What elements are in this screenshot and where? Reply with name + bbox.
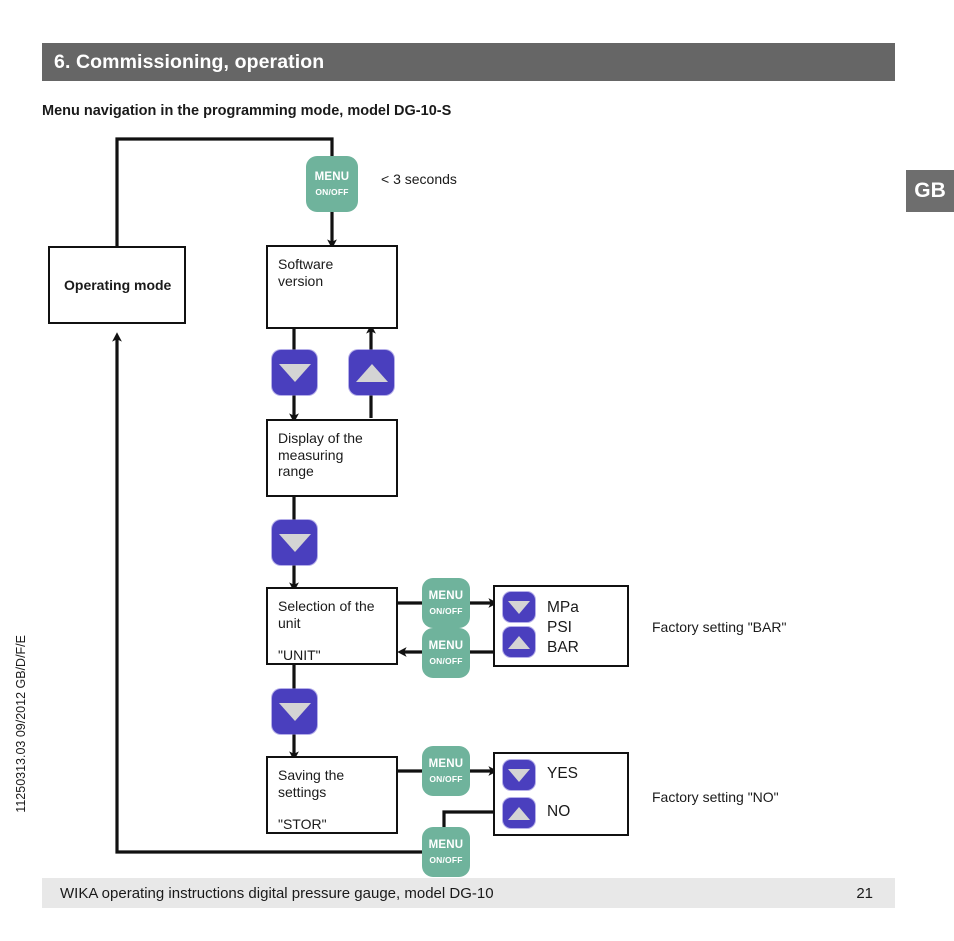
option-list-unit: MPa PSI BAR: [547, 598, 579, 657]
triangle-down-glyph: [508, 768, 530, 782]
menu-key-store-exit[interactable]: MENU ON/OFF: [422, 827, 470, 877]
arrow-down-icon-unit[interactable]: [503, 592, 535, 622]
triangle-up-glyph: [508, 635, 530, 649]
menu-key-label-bottom: ON/OFF: [429, 605, 463, 616]
option-store-yes[interactable]: YES: [547, 765, 578, 783]
menu-key-unit-enter[interactable]: MENU ON/OFF: [422, 578, 470, 628]
menu-key-label-top: MENU: [428, 640, 464, 652]
operating-mode-label: Operating mode: [64, 276, 172, 293]
option-unit-psi[interactable]: PSI: [547, 618, 579, 638]
arrow-up-icon-store[interactable]: [503, 798, 535, 828]
arrow-up-icon-unit[interactable]: [503, 627, 535, 657]
menu-key-label-bottom: ON/OFF: [429, 655, 463, 666]
menu-key-label-top: MENU: [428, 839, 464, 851]
footer-document-title: WIKA operating instructions digital pres…: [60, 884, 494, 902]
saving-settings-line2: settings: [278, 783, 327, 800]
page-footer: WIKA operating instructions digital pres…: [42, 878, 895, 908]
menu-navigation-flowchart: Operating mode Software version Display …: [0, 0, 954, 941]
flow-box-unit-selection[interactable]: Selection of the unit "UNIT": [266, 587, 398, 665]
option-unit-bar[interactable]: BAR: [547, 638, 579, 658]
software-version-line1: Software: [278, 256, 334, 272]
arrow-up-icon-to-software-version[interactable]: [349, 350, 394, 395]
footer-page-number: 21: [856, 884, 873, 902]
menu-key-label-bottom: ON/OFF: [429, 854, 463, 865]
triangle-down-glyph: [278, 533, 311, 552]
triangle-down-glyph: [278, 702, 311, 721]
software-version-line2: version: [278, 272, 324, 289]
flow-box-software-version[interactable]: Software version: [266, 245, 398, 329]
menu-key-store-enter[interactable]: MENU ON/OFF: [422, 746, 470, 796]
triangle-up-glyph: [355, 363, 388, 382]
arrow-down-icon-store[interactable]: [503, 760, 535, 790]
triangle-down-glyph: [278, 363, 311, 382]
arrow-down-icon-to-unit-selection[interactable]: [272, 520, 317, 565]
annotation-factory-unit: Factory setting "BAR": [652, 619, 787, 635]
flowchart-connectors: [112, 137, 498, 854]
measuring-range-line2: measuring: [278, 446, 344, 463]
annotation-factory-store: Factory setting "NO": [652, 789, 779, 805]
annotation-timing: < 3 seconds: [381, 171, 457, 187]
unit-selection-line1: Selection of the: [278, 598, 375, 614]
option-store-no[interactable]: NO: [547, 803, 570, 821]
menu-key-unit-confirm[interactable]: MENU ON/OFF: [422, 628, 470, 678]
arrow-down-icon-to-saving-settings[interactable]: [272, 689, 317, 734]
menu-key-label-bottom: ON/OFF: [315, 186, 349, 197]
flow-box-operating-mode[interactable]: Operating mode: [48, 246, 186, 324]
menu-key-entry[interactable]: MENU ON/OFF: [306, 156, 358, 212]
saving-settings-code: "STOR": [278, 816, 327, 833]
menu-key-label-bottom: ON/OFF: [429, 773, 463, 784]
triangle-down-glyph: [508, 600, 530, 614]
measuring-range-line3: range: [278, 463, 314, 480]
unit-selection-line2: unit: [278, 614, 301, 631]
flow-box-measuring-range[interactable]: Display of the measuring range: [266, 419, 398, 497]
arrow-down-icon-to-measuring-range[interactable]: [272, 350, 317, 395]
triangle-up-glyph: [508, 806, 530, 820]
menu-key-label-top: MENU: [428, 758, 464, 770]
menu-key-label-top: MENU: [314, 171, 350, 183]
measuring-range-line1: Display of the: [278, 430, 363, 446]
flow-box-saving-settings[interactable]: Saving the settings "STOR": [266, 756, 398, 834]
option-unit-mpa[interactable]: MPa: [547, 598, 579, 618]
unit-selection-code: "UNIT": [278, 647, 321, 664]
menu-key-label-top: MENU: [428, 590, 464, 602]
saving-settings-line1: Saving the: [278, 767, 345, 783]
